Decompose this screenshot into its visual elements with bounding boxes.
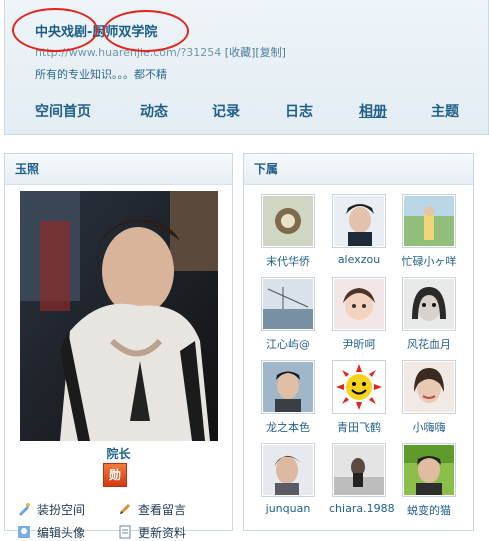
friend-name[interactable]: 风花血月 bbox=[399, 336, 459, 352]
photo-panel: 玉照 院长 勋 装扮空间 查看留言 编辑头像 更新资料 bbox=[4, 153, 233, 540]
edit-avatar-link[interactable]: 编辑头像 bbox=[17, 524, 85, 541]
friend-avatar-image bbox=[263, 279, 313, 329]
friend-avatar-image bbox=[334, 279, 384, 329]
friend-avatar-image bbox=[263, 445, 313, 495]
friend-avatar-image bbox=[334, 445, 384, 495]
pencil-icon bbox=[120, 504, 130, 514]
friend-item[interactable]: 小嗨嗨 bbox=[399, 360, 459, 435]
friend-name[interactable]: junquan bbox=[258, 502, 318, 515]
nav-home[interactable]: 空间首页 bbox=[35, 101, 91, 121]
dress-up-space-label: 装扮空间 bbox=[37, 503, 86, 517]
friend-name[interactable]: 末代华侨 bbox=[258, 253, 318, 269]
profile-role: 院长 bbox=[106, 447, 131, 461]
friend-avatar[interactable] bbox=[402, 360, 456, 414]
subordinates-panel: 下属 末代华侨 alexzou 忙碌小ヶ咩 江心屿@ 尹昕呵 风花血月 龙之本色… bbox=[243, 153, 474, 531]
friend-item[interactable]: 蜕变的猫 bbox=[399, 443, 459, 518]
friend-avatar[interactable] bbox=[332, 194, 386, 248]
friend-item[interactable]: 末代华侨 bbox=[258, 194, 318, 269]
update-profile-label: 更新资料 bbox=[138, 526, 187, 540]
friend-name[interactable]: 尹昕呵 bbox=[329, 336, 389, 352]
friend-name[interactable]: 青田飞鹤 bbox=[329, 419, 389, 435]
friend-avatar-image bbox=[263, 362, 313, 412]
main-nav: 空间首页 动态 记录 日志 相册 主题 bbox=[5, 101, 489, 123]
space-description: 所有的专业知识。。。都不精 bbox=[35, 68, 167, 81]
title-part-1[interactable]: 中央戏剧 bbox=[35, 25, 87, 40]
copy-link[interactable]: [复制] bbox=[255, 46, 286, 59]
friend-avatar[interactable] bbox=[261, 277, 315, 331]
friend-item[interactable]: junquan bbox=[258, 443, 318, 515]
nav-records[interactable]: 记录 bbox=[212, 101, 240, 121]
nav-activity[interactable]: 动态 bbox=[140, 101, 168, 121]
friend-item[interactable]: 青田飞鹤 bbox=[329, 360, 389, 435]
friend-item[interactable]: 江心屿@ bbox=[258, 277, 318, 352]
subordinates-panel-title: 下属 bbox=[244, 154, 473, 185]
friend-name[interactable]: alexzou bbox=[329, 253, 389, 266]
bookmark-link[interactable]: [收藏] bbox=[225, 46, 256, 59]
edit-avatar-label: 编辑头像 bbox=[37, 526, 86, 540]
title-part-2[interactable]: 厨师双学院 bbox=[92, 25, 157, 40]
update-profile-link[interactable]: 更新资料 bbox=[118, 524, 186, 541]
friend-avatar-image bbox=[334, 196, 384, 246]
friend-avatar-image bbox=[404, 196, 454, 246]
document-icon bbox=[119, 525, 131, 539]
friend-avatar[interactable] bbox=[261, 194, 315, 248]
friend-avatar[interactable] bbox=[332, 360, 386, 414]
dress-up-space-link[interactable]: 装扮空间 bbox=[17, 501, 85, 518]
friend-avatar[interactable] bbox=[261, 443, 315, 497]
space-title[interactable]: 中央戏剧-厨师双学院 bbox=[35, 21, 157, 40]
friend-avatar[interactable] bbox=[402, 277, 456, 331]
space-header: 中央戏剧-厨师双学院 http://www.huarenjie.com/?312… bbox=[4, 0, 489, 135]
view-messages-label: 查看留言 bbox=[138, 503, 187, 517]
brush-icon bbox=[19, 503, 30, 516]
friend-avatar[interactable] bbox=[402, 194, 456, 248]
friend-item[interactable]: chiara.1988 bbox=[329, 443, 395, 515]
profile-photo[interactable] bbox=[20, 191, 218, 441]
avatar-icon bbox=[18, 526, 30, 538]
friend-item[interactable]: 龙之本色 bbox=[258, 360, 318, 435]
role-badge-icon: 勋 bbox=[103, 463, 127, 487]
view-messages-link[interactable]: 查看留言 bbox=[118, 501, 186, 518]
friend-name[interactable]: 蜕变的猫 bbox=[399, 502, 459, 518]
space-url-line: http://www.huarenjie.com/?31254 [收藏][复制] bbox=[35, 44, 286, 60]
friend-avatar[interactable] bbox=[261, 360, 315, 414]
friend-item[interactable]: alexzou bbox=[329, 194, 389, 266]
friend-avatar-image bbox=[404, 445, 454, 495]
friend-item[interactable]: 忙碌小ヶ咩 bbox=[399, 194, 459, 269]
friend-avatar[interactable] bbox=[332, 277, 386, 331]
friend-avatar-image bbox=[404, 362, 454, 412]
friend-item[interactable]: 风花血月 bbox=[399, 277, 459, 352]
friend-avatar-image bbox=[334, 362, 384, 412]
friend-item[interactable]: 尹昕呵 bbox=[329, 277, 389, 352]
friend-name[interactable]: chiara.1988 bbox=[329, 502, 395, 515]
photo-panel-title: 玉照 bbox=[5, 154, 232, 185]
space-url[interactable]: http://www.huarenjie.com/?31254 bbox=[35, 46, 221, 59]
profile-photo-image bbox=[20, 191, 218, 441]
friend-avatar[interactable] bbox=[402, 443, 456, 497]
nav-album[interactable]: 相册 bbox=[359, 101, 387, 121]
friend-name[interactable]: 小嗨嗨 bbox=[399, 419, 459, 435]
friend-name[interactable]: 龙之本色 bbox=[258, 419, 318, 435]
nav-theme[interactable]: 主题 bbox=[431, 101, 459, 121]
friend-avatar-image bbox=[404, 279, 454, 329]
friend-avatar[interactable] bbox=[332, 443, 386, 497]
friend-name[interactable]: 忙碌小ヶ咩 bbox=[399, 253, 459, 269]
friend-name[interactable]: 江心屿@ bbox=[258, 336, 318, 352]
nav-blog[interactable]: 日志 bbox=[285, 101, 313, 121]
friend-avatar-image bbox=[263, 196, 313, 246]
